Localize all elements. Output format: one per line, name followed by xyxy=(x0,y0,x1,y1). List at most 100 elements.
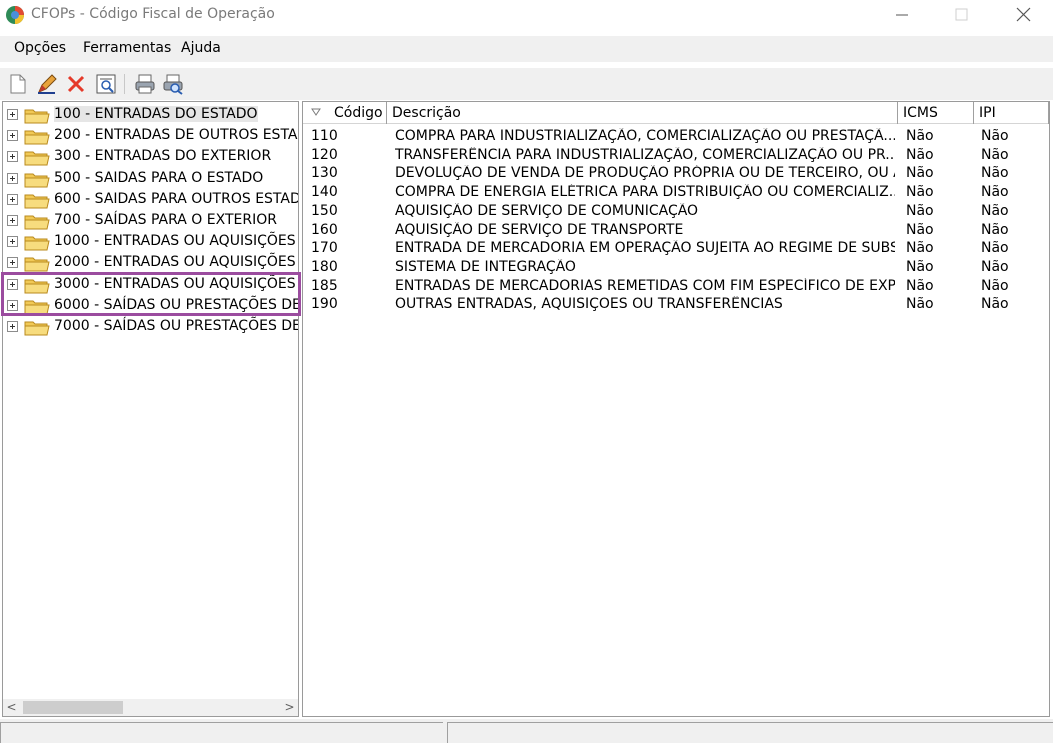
close-button[interactable] xyxy=(1000,0,1046,30)
cell-ipi: Não xyxy=(981,258,1009,275)
close-icon xyxy=(1016,7,1031,22)
cell-descricao: DEVOLUÇÃO DE VENDA DE PRODUÇÃO PRÓPRIA O… xyxy=(395,165,895,182)
plus-expander-icon[interactable] xyxy=(7,151,18,163)
minimize-icon xyxy=(896,14,908,16)
cell-descricao: OUTRAS ENTRADAS, AQUISIÇÕES OU TRANSFERÊ… xyxy=(395,296,783,313)
tree-node[interactable]: 2000 - ENTRADAS OU AQUISIÇÕES D xyxy=(3,252,298,273)
cell-ipi: Não xyxy=(981,221,1009,238)
sort-indicator-icon xyxy=(311,108,321,116)
cell-ipi: Não xyxy=(981,184,1009,201)
cell-descricao: COMPRA DE ENERGIA ELÉTRICA PARA DISTRIBU… xyxy=(395,184,895,201)
scroll-thumb[interactable] xyxy=(23,701,123,714)
cell-codigo: 170 xyxy=(311,240,338,257)
cell-icms: Não xyxy=(906,258,934,275)
tree-node[interactable]: 300 - ENTRADAS DO EXTERIOR xyxy=(3,146,298,167)
column-header-icms[interactable]: ICMS xyxy=(898,102,974,124)
table-row[interactable]: 180 SISTEMA DE INTEGRAÇÃO Não Não xyxy=(303,259,1049,278)
plus-expander-icon[interactable] xyxy=(7,193,18,205)
scroll-right-arrow-icon[interactable]: > xyxy=(281,699,298,716)
scroll-left-arrow-icon[interactable]: < xyxy=(3,699,20,716)
status-pane-left xyxy=(0,722,443,743)
cell-icms: Não xyxy=(906,184,934,201)
delete-button[interactable] xyxy=(64,72,88,96)
minimize-button[interactable] xyxy=(880,0,926,30)
cell-descricao: TRANSFERÊNCIA PARA INDUSTRIALIZAÇÃO, COM… xyxy=(395,146,895,163)
cell-ipi: Não xyxy=(981,296,1009,313)
cell-icms: Não xyxy=(906,240,934,257)
plus-expander-icon[interactable] xyxy=(7,215,18,226)
tree-node-label: 300 - ENTRADAS DO EXTERIOR xyxy=(54,148,272,165)
cell-codigo: 120 xyxy=(311,146,338,163)
table-row[interactable]: 170 ENTRADA DE MERCADORIA EM OPERAÇÃO SUJ… xyxy=(303,240,1049,259)
preview-button[interactable] xyxy=(94,72,118,96)
folder-icon xyxy=(24,215,50,230)
plus-expander-icon[interactable] xyxy=(7,257,18,269)
plus-expander-icon[interactable] xyxy=(7,130,18,142)
table-row[interactable]: 190 OUTRAS ENTRADAS, AQUISIÇÕES OU TRANSF… xyxy=(303,296,1049,315)
cell-codigo: 190 xyxy=(311,296,338,313)
cell-descricao: ENTRADA DE MERCADORIA EM OPERAÇÃO SUJEIT… xyxy=(395,240,895,257)
title-bar: CFOPs - Código Fiscal de Operação xyxy=(0,0,1053,30)
tree-node[interactable]: 1000 - ENTRADAS OU AQUISIÇÕES D xyxy=(3,231,298,252)
table-row[interactable]: 110 COMPRA PARA INDUSTRIALIZAÇÃO, COMERCI… xyxy=(303,128,1049,147)
cell-codigo: 150 xyxy=(311,202,338,219)
status-pane-right xyxy=(447,722,1053,743)
cell-ipi: Não xyxy=(981,277,1009,294)
tree-node[interactable]: 200 - ENTRADAS DE OUTROS ESTADC xyxy=(3,125,298,146)
tree-horizontal-scrollbar[interactable]: < > xyxy=(3,699,298,716)
tree-node-label: 2000 - ENTRADAS OU AQUISIÇÕES D xyxy=(54,254,299,271)
plus-expander-icon[interactable] xyxy=(7,109,18,120)
tree-node[interactable]: 100 - ENTRADAS DO ESTADO xyxy=(3,104,298,125)
cell-icms: Não xyxy=(906,221,934,238)
table-row[interactable]: 185 ENTRADAS DE MERCADORIAS REMETIDAS COM… xyxy=(303,278,1049,297)
plus-expander-icon[interactable] xyxy=(7,321,18,332)
menu-ajuda[interactable]: Ajuda xyxy=(181,40,221,56)
tree-node[interactable]: 500 - SAIDAS PARA O ESTADO xyxy=(3,168,298,189)
table-row[interactable]: 120 TRANSFERÊNCIA PARA INDUSTRIALIZAÇÃO, … xyxy=(303,147,1049,166)
globe-icon xyxy=(6,6,24,24)
tree-node[interactable]: 600 - SAIDAS PARA OUTROS ESTADC xyxy=(3,189,298,210)
cell-ipi: Não xyxy=(981,240,1009,257)
plus-expander-icon[interactable] xyxy=(7,172,18,184)
tree-node-label: 500 - SAIDAS PARA O ESTADO xyxy=(54,169,264,186)
tree-node-label: 7000 - SAÍDAS OU PRESTAÇÕES DE S xyxy=(54,318,299,334)
cell-icms: Não xyxy=(906,296,934,313)
table-row[interactable]: 140 COMPRA DE ENERGIA ELÉTRICA PARA DISTR… xyxy=(303,184,1049,203)
category-tree[interactable]: 100 - ENTRADAS DO ESTADO 200 - ENTRADAS D… xyxy=(2,101,299,717)
plus-expander-icon[interactable] xyxy=(7,236,18,248)
column-header-label: Descrição xyxy=(392,105,461,121)
table-row[interactable]: 130 DEVOLUÇÃO DE VENDA DE PRODUÇÃO PRÓPRI… xyxy=(303,165,1049,184)
folder-icon xyxy=(24,130,50,145)
cfop-list[interactable]: Código Descrição ICMS IPI 110 COMPRA PARA… xyxy=(302,101,1050,717)
tree-node[interactable]: 7000 - SAÍDAS OU PRESTAÇÕES DE S xyxy=(3,316,298,337)
print-button[interactable] xyxy=(133,72,157,96)
window-title: CFOPs - Código Fiscal de Operação xyxy=(31,6,275,22)
toolbar-separator xyxy=(124,74,125,94)
column-header-label: IPI xyxy=(979,105,996,121)
list-header: Código Descrição ICMS IPI xyxy=(303,102,1049,124)
cell-descricao: SISTEMA DE INTEGRAÇÃO xyxy=(395,258,576,275)
column-header-codigo[interactable]: Código xyxy=(303,102,387,124)
cell-descricao: COMPRA PARA INDUSTRIALIZAÇÃO, COMERCIALI… xyxy=(395,128,895,144)
cell-ipi: Não xyxy=(981,146,1009,163)
edit-button[interactable] xyxy=(35,72,59,96)
print-preview-button[interactable] xyxy=(161,72,185,96)
table-row[interactable]: 150 AQUISIÇÃO DE SERVIÇO DE COMUNICAÇÃO Nã… xyxy=(303,203,1049,222)
column-header-label: ICMS xyxy=(903,105,938,121)
tree-node-label: 1000 - ENTRADAS OU AQUISIÇÕES D xyxy=(54,233,299,250)
cell-codigo: 140 xyxy=(311,184,338,201)
table-row[interactable]: 160 AQUISIÇÃO DE SERVIÇO DE TRANSPORTE Não… xyxy=(303,222,1049,241)
cell-icms: Não xyxy=(906,165,934,182)
column-header-descricao[interactable]: Descrição xyxy=(387,102,898,124)
maximize-button[interactable] xyxy=(939,0,985,30)
column-header-ipi[interactable]: IPI xyxy=(974,102,1049,124)
cell-codigo: 160 xyxy=(311,221,338,238)
tree-node[interactable]: 700 - SAÍDAS PARA O EXTERIOR xyxy=(3,210,298,231)
menu-ferramentas[interactable]: Ferramentas xyxy=(83,40,171,56)
folder-icon xyxy=(24,109,50,124)
folder-icon xyxy=(24,236,50,251)
cell-codigo: 130 xyxy=(311,165,338,182)
new-button[interactable] xyxy=(6,72,30,96)
status-bar xyxy=(0,719,1053,743)
menu-opcoes[interactable]: Opções xyxy=(14,40,66,56)
